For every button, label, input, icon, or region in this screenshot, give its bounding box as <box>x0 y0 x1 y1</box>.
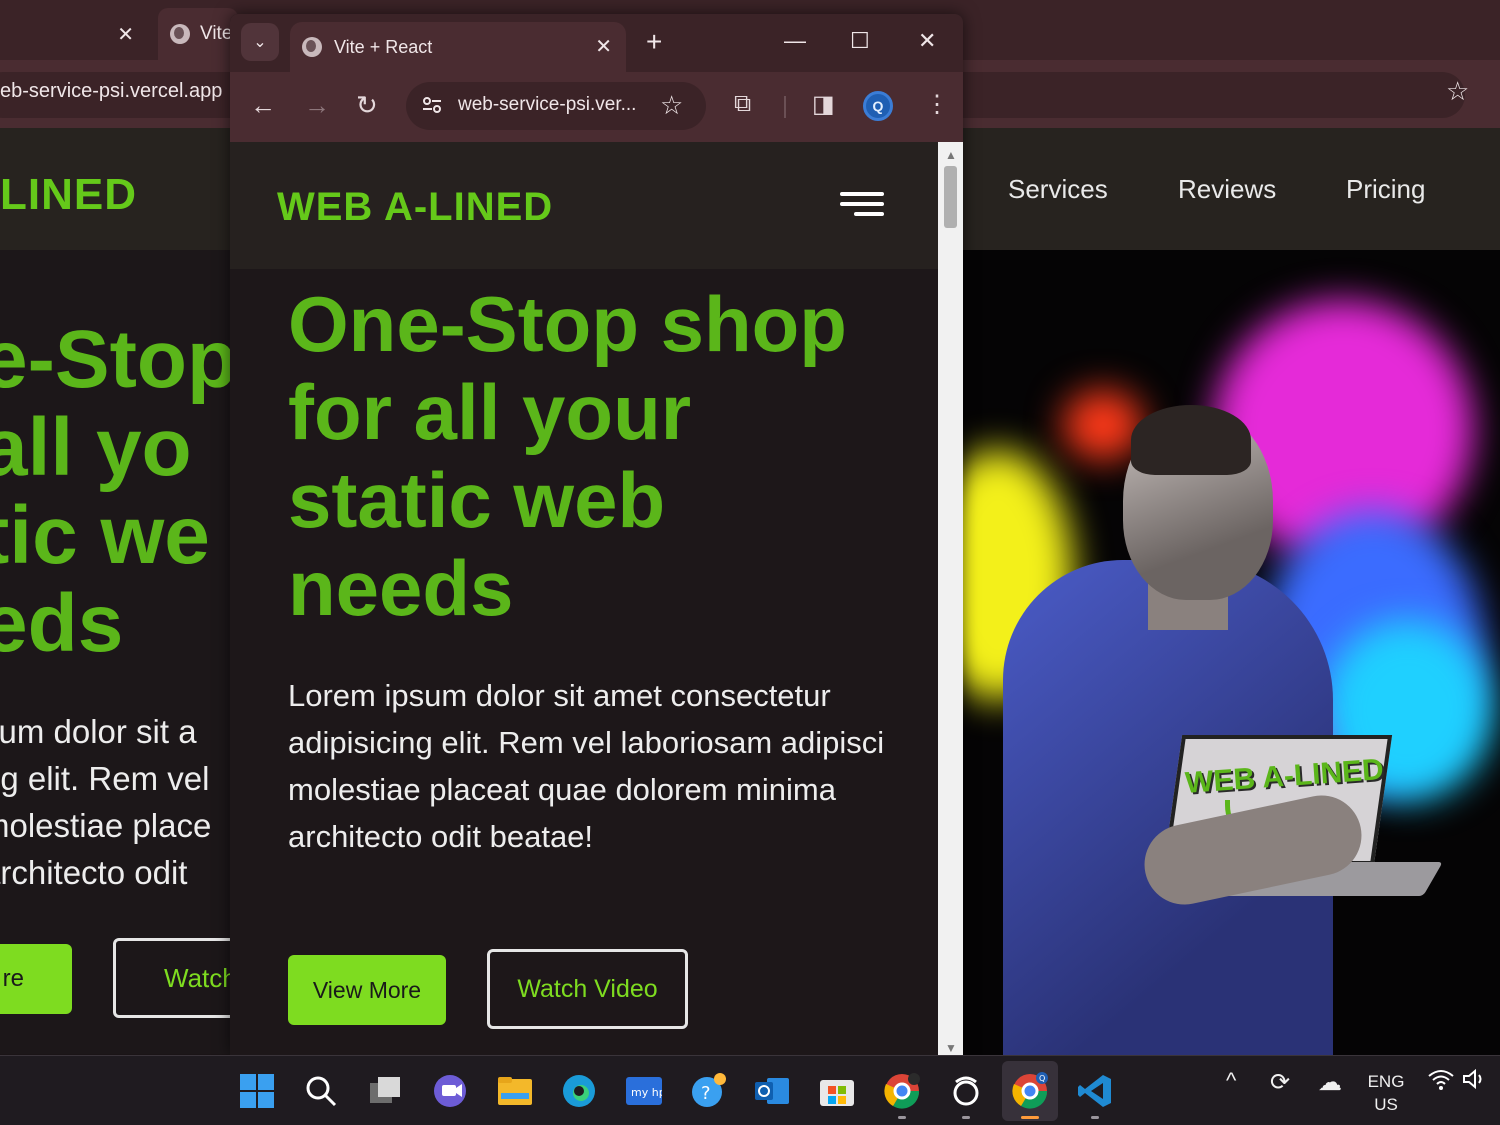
wifi-icon[interactable] <box>1428 1068 1454 1096</box>
sync-icon[interactable]: ⟳ <box>1270 1068 1290 1097</box>
background-site-logo[interactable]: LINED <box>0 170 137 220</box>
svg-text:Q: Q <box>1039 1074 1045 1083</box>
side-panel-icon[interactable]: ◨ <box>812 90 835 119</box>
view-more-button[interactable]: View More <box>288 955 446 1025</box>
bookmark-star-icon[interactable]: ☆ <box>1446 76 1469 107</box>
person-hair <box>1131 405 1251 475</box>
hero-paragraph: Lorem ipsum dolor sit amet consectetur a… <box>288 678 885 854</box>
file-explorer-icon[interactable] <box>496 1072 534 1110</box>
hero-line: e-Stop <box>0 314 238 405</box>
nav-link-reviews[interactable]: Reviews <box>1178 174 1276 205</box>
vertical-scrollbar[interactable]: ▲ ▼ <box>938 142 963 1055</box>
tab-search-button[interactable]: ⌄ <box>241 23 279 61</box>
desktop: ✕ Vite eb-service-psi.vercel.app ☆ LINED… <box>0 0 1500 1125</box>
close-window-button[interactable]: ✕ <box>918 28 936 54</box>
hp-app-icon[interactable]: my hp <box>625 1072 663 1110</box>
forward-arrow-icon[interactable]: → <box>304 90 330 121</box>
nav-link-services[interactable]: Services <box>1008 174 1108 205</box>
back-arrow-icon[interactable]: ← <box>250 90 276 121</box>
chrome-icon[interactable] <box>883 1072 921 1110</box>
hero-line: eds <box>0 578 124 669</box>
edge-browser-icon[interactable] <box>560 1072 598 1110</box>
new-tab-button[interactable]: + <box>646 26 662 58</box>
site-navbar: WEB A-LINED <box>230 142 938 269</box>
hamburger-menu-icon[interactable] <box>838 192 884 220</box>
paragraph-line: architecto odit <box>0 854 188 891</box>
close-icon[interactable]: ✕ <box>117 22 134 47</box>
toolbar-divider <box>784 96 786 118</box>
show-hidden-icons-chevron-icon[interactable]: ^ <box>1226 1068 1236 1094</box>
extensions-puzzle-icon[interactable]: ⧉ <box>734 90 751 118</box>
globe-icon <box>170 24 190 44</box>
paragraph-line: sum dolor sit a <box>0 713 197 750</box>
microsoft-store-icon[interactable] <box>818 1072 856 1110</box>
svg-text:my hp: my hp <box>631 1086 662 1099</box>
running-indicator <box>962 1116 970 1119</box>
site-info-icon[interactable] <box>420 93 444 117</box>
background-url-text[interactable]: eb-service-psi.vercel.app <box>0 80 222 103</box>
hero-line: all yo <box>0 402 192 493</box>
bookmark-star-icon[interactable]: ☆ <box>660 90 683 121</box>
profile-avatar[interactable]: Q <box>863 91 893 121</box>
region-code: US <box>1374 1095 1398 1114</box>
teams-chat-icon[interactable] <box>431 1072 469 1110</box>
background-tab-2[interactable]: Vite <box>158 8 238 60</box>
windows-start-icon[interactable] <box>238 1072 276 1110</box>
get-help-icon[interactable]: ? <box>690 1072 728 1110</box>
close-tab-icon[interactable]: ✕ <box>595 34 612 59</box>
hero-heading: One-Stop shop for all your static web ne… <box>288 280 847 632</box>
reload-icon[interactable]: ↻ <box>356 90 378 121</box>
language-code: ENG <box>1367 1072 1405 1091</box>
chrome-profile-icon[interactable]: Q <box>1011 1072 1049 1110</box>
tab-vite-react[interactable]: Vite + React ✕ <box>290 22 626 72</box>
background-hero-heading: e-Stop all yo tic we eds <box>0 316 237 668</box>
vscode-icon[interactable] <box>1076 1072 1114 1110</box>
scroll-up-arrow-icon[interactable]: ▲ <box>945 148 957 162</box>
running-indicator <box>1091 1116 1099 1119</box>
hero-image: WEB A-LINED <box>963 250 1500 1055</box>
paragraph-line: molestiae place <box>0 807 212 844</box>
web-page: WEB A-LINED One-Stop shop for all your s… <box>230 142 938 1055</box>
address-bar[interactable]: web-service-psi.ver... ☆ <box>406 82 706 130</box>
hero-line: tic we <box>0 490 210 581</box>
background-hero-paragraph: sum dolor sit a ng elit. Rem vel molesti… <box>0 708 211 896</box>
scroll-down-arrow-icon[interactable]: ▼ <box>945 1041 957 1055</box>
background-view-more-button[interactable]: re <box>0 944 72 1014</box>
taskbar: my hp ? Q ^ ⟳ ☁ ENG US <box>0 1055 1500 1125</box>
tab-strip: ⌄ Vite + React ✕ + — ☐ ✕ <box>230 14 963 72</box>
running-indicator <box>898 1116 906 1119</box>
nav-link-pricing[interactable]: Pricing <box>1346 174 1425 205</box>
tab-title: Vite + React <box>334 36 433 57</box>
watch-video-button[interactable]: Watch Video <box>487 949 688 1029</box>
language-indicator[interactable]: ENG US <box>1364 1070 1408 1116</box>
url-text: web-service-psi.ver... <box>458 94 637 115</box>
maximize-button[interactable]: ☐ <box>850 28 870 54</box>
background-tab-1[interactable]: ✕ <box>0 8 150 60</box>
task-view-icon[interactable] <box>367 1072 405 1110</box>
scrollbar-thumb[interactable] <box>944 166 957 228</box>
active-running-indicator <box>1021 1116 1039 1119</box>
site-logo[interactable]: WEB A-LINED <box>277 185 553 230</box>
background-tab-title: Vite <box>200 23 233 44</box>
browser-toolbar: ← → ↻ web-service-psi.ver... ☆ ⧉ ◨ Q ⋮ <box>230 72 963 142</box>
paragraph-line: ng elit. Rem vel <box>0 760 210 797</box>
outlook-icon[interactable] <box>754 1072 792 1110</box>
globe-icon <box>302 37 322 57</box>
onedrive-cloud-icon[interactable]: ☁ <box>1318 1068 1342 1097</box>
minimize-button[interactable]: — <box>784 28 806 54</box>
foreground-browser-window: ⌄ Vite + React ✕ + — ☐ ✕ ← → ↻ web-servi… <box>230 14 963 1055</box>
svg-text:?: ? <box>701 1083 711 1104</box>
search-icon[interactable] <box>302 1072 340 1110</box>
more-menu-icon[interactable]: ⋮ <box>925 90 949 119</box>
volume-icon[interactable] <box>1462 1068 1488 1096</box>
app-ring-icon[interactable] <box>947 1072 985 1110</box>
chevron-down-icon: ⌄ <box>253 34 267 51</box>
